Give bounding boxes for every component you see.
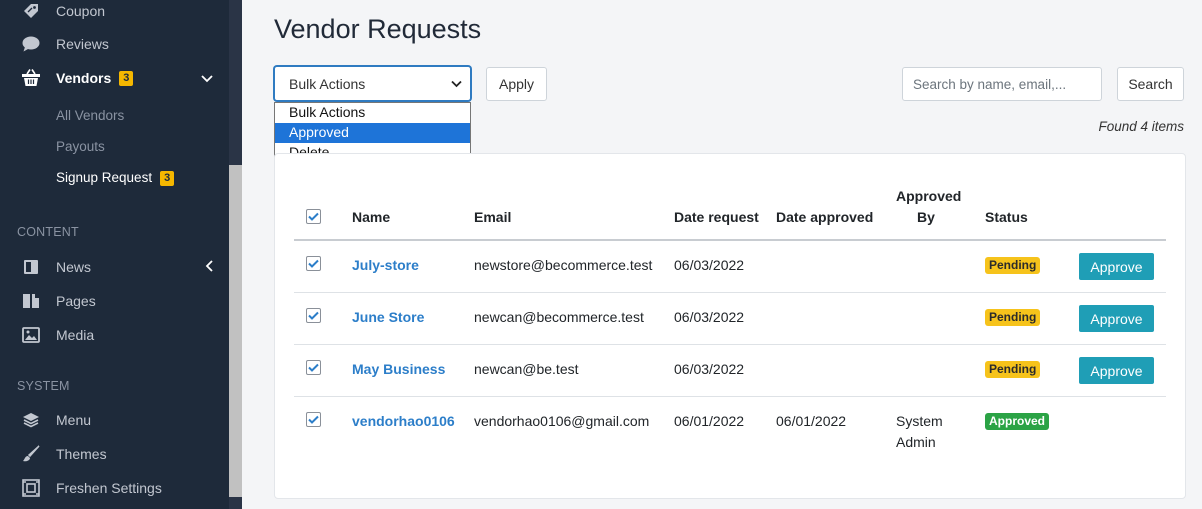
dropdown-option-approved[interactable]: Approved <box>275 123 470 143</box>
sidebar-scrollbar-thumb[interactable] <box>229 165 242 497</box>
sidebar-item-label: Reviews <box>56 36 109 52</box>
status-badge: Approved <box>985 413 1050 430</box>
pages-icon <box>21 291 41 311</box>
chevron-left-icon <box>205 259 213 275</box>
chevron-down-icon <box>451 77 462 93</box>
vendor-name-link[interactable]: May Business <box>352 361 445 377</box>
vendor-email: vendorhao0106@gmail.com <box>474 413 650 429</box>
approved-by-line1: System <box>896 413 943 429</box>
sidebar-item-freshen-settings[interactable]: Freshen Settings <box>0 473 229 503</box>
row-checkbox[interactable] <box>306 256 321 271</box>
image-icon <box>21 325 41 345</box>
sidebar-item-label: Freshen Settings <box>56 480 162 496</box>
sidebar-item-label: Media <box>56 327 95 343</box>
sidebar-item-label: Pages <box>56 293 96 309</box>
news-icon <box>21 257 41 277</box>
vendor-name-link[interactable]: vendorhao0106 <box>352 413 455 429</box>
sidebar-item-vendors[interactable]: Vendors 3 <box>0 63 229 93</box>
sidebar-subitem-all-vendors[interactable]: All Vendors <box>56 108 124 123</box>
date-request: 06/03/2022 <box>674 309 745 325</box>
sidebar-item-label: Menu <box>56 412 92 428</box>
row-checkbox[interactable] <box>306 308 321 323</box>
sidebar-subitem-signup-request[interactable]: Signup Request 3 <box>56 170 175 186</box>
results-count: Found 4 items <box>1098 119 1184 134</box>
chevron-down-icon <box>201 71 213 86</box>
status-badge: Pending <box>985 309 1041 326</box>
column-header-status[interactable]: Status <box>985 209 1028 225</box>
vendor-name-link[interactable]: June Store <box>352 309 424 325</box>
row-divider <box>294 344 1166 345</box>
section-title-content: CONTENT <box>17 225 79 239</box>
comment-icon <box>21 34 41 54</box>
sidebar-item-reviews[interactable]: Reviews <box>0 29 229 59</box>
search-input[interactable] <box>902 67 1102 101</box>
sidebar-item-label: Vendors <box>56 69 112 86</box>
column-header-date-approved[interactable]: Date approved <box>776 209 873 225</box>
basket-icon <box>21 68 41 88</box>
vendor-requests-table-card <box>274 153 1186 499</box>
column-header-email[interactable]: Email <box>474 209 511 225</box>
vendor-name-link[interactable]: July-store <box>352 257 419 273</box>
brush-icon <box>21 444 41 464</box>
table-header-divider <box>294 239 1166 241</box>
date-approved: 06/01/2022 <box>776 413 847 429</box>
checkmark-icon <box>308 415 319 424</box>
column-header-approved-by-line1[interactable]: Approved <box>896 188 961 204</box>
checkmark-icon <box>308 363 319 372</box>
layers-icon <box>21 410 41 430</box>
column-header-date-request[interactable]: Date request <box>674 209 759 225</box>
status-badge: Pending <box>985 257 1041 274</box>
dropdown-option-bulk-actions[interactable]: Bulk Actions <box>275 103 470 123</box>
sidebar-subitem-payouts[interactable]: Payouts <box>56 139 105 154</box>
date-request: 06/01/2022 <box>674 413 745 429</box>
sidebar-item-news[interactable]: News <box>0 252 229 282</box>
checkmark-icon <box>308 259 319 268</box>
sidebar-item-label: News <box>56 259 92 275</box>
approved-by-line2: Admin <box>896 434 936 450</box>
apply-button[interactable]: Apply <box>486 67 547 101</box>
checkmark-icon <box>308 212 319 221</box>
select-all-checkbox[interactable] <box>306 209 321 224</box>
sidebar-item-pages[interactable]: Pages <box>0 286 229 316</box>
approve-button[interactable]: Approve <box>1079 253 1154 280</box>
sidebar-item-label: Themes <box>56 446 107 462</box>
tag-icon <box>21 1 41 21</box>
section-title-system: SYSTEM <box>17 379 70 393</box>
search-button[interactable]: Search <box>1117 67 1184 101</box>
sidebar-item-themes[interactable]: Themes <box>0 439 229 469</box>
page-title: Vendor Requests <box>274 14 482 44</box>
vendor-email: newstore@becommerce.test <box>474 257 653 273</box>
vendor-email: newcan@becommerce.test <box>474 309 644 325</box>
column-header-approved-by-line2[interactable]: By <box>917 209 935 225</box>
column-header-name[interactable]: Name <box>352 209 390 225</box>
row-checkbox[interactable] <box>306 412 321 427</box>
vendors-count-badge: 3 <box>119 71 134 87</box>
row-divider <box>294 396 1166 397</box>
row-divider <box>294 292 1166 293</box>
approve-button[interactable]: Approve <box>1079 305 1154 332</box>
date-request: 06/03/2022 <box>674 361 745 377</box>
row-checkbox[interactable] <box>306 360 321 375</box>
checkmark-icon <box>308 311 319 320</box>
signup-request-count-badge: 3 <box>160 170 175 186</box>
sidebar-item-media[interactable]: Media <box>0 320 229 350</box>
approve-button[interactable]: Approve <box>1079 357 1154 384</box>
sidebar-item-coupon[interactable]: Coupon <box>0 0 229 26</box>
bulk-actions-selected-value: Bulk Actions <box>289 75 366 92</box>
date-request: 06/03/2022 <box>674 257 745 273</box>
bulk-actions-select[interactable]: Bulk Actions <box>274 66 471 101</box>
sidebar-item-menu[interactable]: Menu <box>0 405 229 435</box>
sidebar-item-label: Signup Request <box>56 170 153 185</box>
settings-frame-icon <box>21 478 41 498</box>
status-badge: Pending <box>985 361 1041 378</box>
vendor-email: newcan@be.test <box>474 361 579 377</box>
sidebar-item-label: Coupon <box>56 3 106 19</box>
